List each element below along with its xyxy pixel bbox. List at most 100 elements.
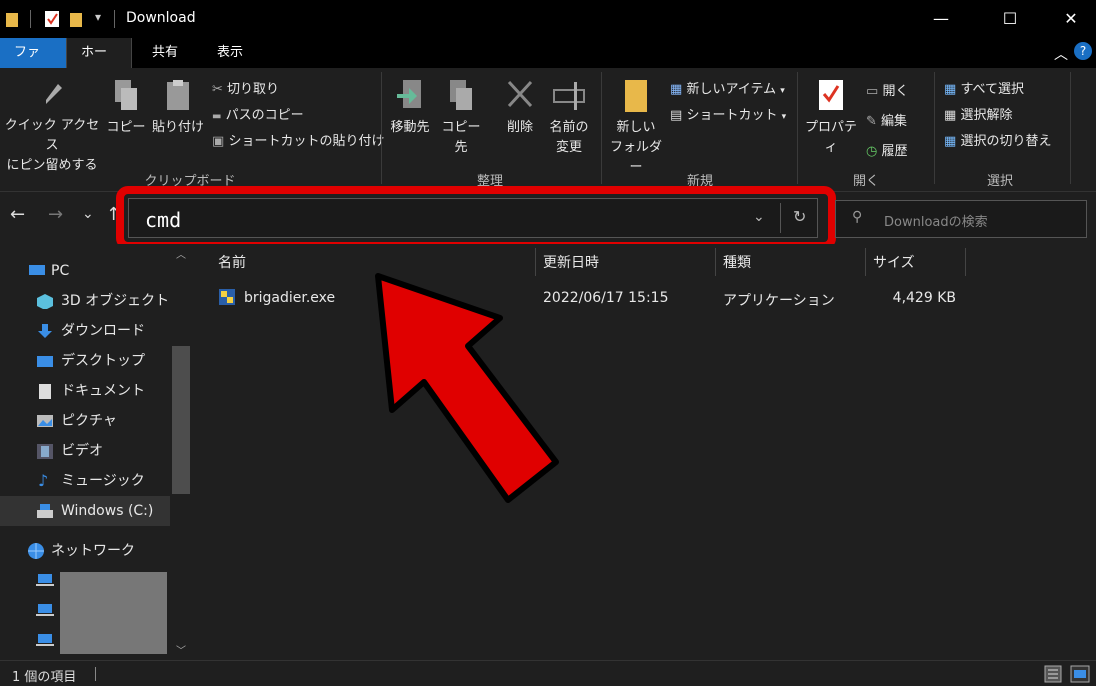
new-item-label: 新しいアイテム [686,82,777,97]
sidebar-item-documents[interactable]: ドキュメント [0,376,170,406]
move-to-icon [397,80,421,108]
table-row[interactable]: brigadier.exe 2022/06/17 15:15 アプリケーション … [190,282,970,312]
invert-selection-icon: ▦ [944,134,957,149]
copy-to-button[interactable]: コピー先 [436,78,486,158]
recent-locations-button[interactable]: ⌄ [82,206,94,222]
pc-icon [29,265,45,275]
forward-button[interactable]: → [48,204,63,225]
video-icon [37,444,53,459]
select-none-icon: ▦ [944,108,957,123]
shortcut-button[interactable]: ▤ ショートカット ▾ [670,104,786,123]
select-all-icon: ▦ [944,82,957,97]
copy-to-label: コピー先 [441,120,481,155]
new-item-icon: ▦ [670,82,683,97]
search-input[interactable]: Downloadの検索 [884,211,988,230]
customize-quick-access-icon[interactable]: ▾ [95,10,101,24]
new-folder-icon[interactable] [70,10,84,28]
sidebar-item-desktop[interactable]: デスクトップ [0,346,170,376]
sidebar-item-pc[interactable]: PC [0,256,170,286]
maximize-button[interactable]: ☐ [987,0,1033,38]
title-bar: ▾ Download — ☐ ✕ [0,0,1096,38]
chevron-down-icon: ▾ [781,112,787,122]
paste-label: 貼り付け [151,120,204,135]
sidebar-item-network[interactable]: ネットワーク [0,536,170,566]
ribbon: クイック アクセス にピン留めする コピー 貼り付け ✂ 切り取り ▬ パスのコ… [0,68,1096,192]
tab-view[interactable]: 表示 [203,38,257,68]
copy-icon [115,80,137,110]
move-to-button[interactable]: 移動先 [388,78,432,138]
history-icon: ◷ [866,144,878,159]
file-size: 4,429 KB [892,290,956,306]
details-view-icon[interactable] [1044,665,1062,683]
status-bar: 1 個の項目 [0,660,1096,686]
invert-selection-button[interactable]: ▦ 選択の切り替え [944,130,1051,149]
sidebar-item-3d-objects[interactable]: 3D オブジェクト [0,286,170,316]
large-icons-view-icon[interactable] [1070,665,1090,683]
close-button[interactable]: ✕ [1048,0,1094,38]
network-computer-icon[interactable] [36,632,56,648]
copy-path-icon: ▬ [212,111,222,122]
properties-icon[interactable] [44,10,60,28]
history-button[interactable]: ◷ 履歴 [866,140,908,159]
copy-button[interactable]: コピー [104,78,148,138]
copy-path-button[interactable]: ▬ パスのコピー [212,104,304,123]
search-box[interactable]: ⚲ Downloadの検索 [835,200,1087,238]
sidebar-item-music[interactable]: ♪ ミュージック [0,466,170,496]
open-button[interactable]: ▭ 開く [866,80,908,99]
sidebar-item-label: ミュージック [61,473,145,489]
shortcut-icon: ▤ [670,108,683,123]
column-header-type[interactable]: 種類 [723,252,751,272]
open-icon: ▭ [866,84,879,99]
sidebar-item-windows-c[interactable]: Windows (C:) [0,496,170,526]
chevron-up-icon[interactable]: ︿ [176,246,186,261]
group-select-label: 選択 [986,174,1013,189]
new-folder-button[interactable]: 新しい フォルダー [606,78,666,178]
rename-button[interactable]: 名前の 変更 [546,78,592,158]
cut-label: 切り取り [227,82,280,97]
pin-quick-access-button[interactable]: クイック アクセス にピン留めする [2,78,102,176]
select-none-label: 選択解除 [960,108,1013,123]
invert-selection-label: 選択の切り替え [960,134,1052,149]
tab-file[interactable]: ファイル [0,38,66,90]
sidebar-item-pictures[interactable]: ピクチャ [0,406,170,436]
exe-file-icon [219,289,235,305]
tab-home[interactable]: ホーム [66,38,132,90]
properties-button[interactable]: プロパティ [800,78,862,158]
scrollbar-thumb[interactable] [172,346,190,494]
back-button[interactable]: ← [10,204,25,225]
document-icon [39,384,51,399]
select-all-button[interactable]: ▦ すべて選択 [944,78,1024,97]
chevron-down-icon[interactable]: ﹀ [176,642,186,657]
pin-icon [46,84,62,104]
ribbon-tabs: ファイル ホーム 共有 表示 ︿ ? [0,38,1096,90]
help-icon[interactable]: ? [1074,42,1092,60]
download-icon [38,324,52,338]
properties-icon [819,80,843,110]
delete-button[interactable]: 削除 [500,78,540,138]
file-name: brigadier.exe [244,290,336,306]
paste-shortcut-label: ショートカットの貼り付け [228,134,385,149]
paste-button[interactable]: 貼り付け [150,78,206,138]
picture-icon [37,415,53,427]
delete-icon [507,80,533,108]
chevron-up-icon[interactable]: ︿ [1054,44,1068,64]
sidebar-item-label: ピクチャ [61,413,117,429]
select-none-button[interactable]: ▦ 選択解除 [944,104,1012,123]
network-computer-icon[interactable] [36,572,56,588]
rename-label-2: 変更 [555,140,582,155]
minimize-button[interactable]: — [918,0,964,38]
column-header-name[interactable]: 名前 [218,252,246,272]
arrow-annotation [375,273,559,503]
new-folder-label-1: 新しい [616,120,656,135]
edit-button[interactable]: ✎ 編集 [866,110,907,129]
cut-button[interactable]: ✂ 切り取り [212,78,279,97]
sidebar-item-downloads[interactable]: ダウンロード [0,316,170,346]
network-computer-icon[interactable] [36,602,56,618]
sidebar-item-videos[interactable]: ビデオ [0,436,170,466]
column-header-size[interactable]: サイズ [873,252,915,272]
tab-share[interactable]: 共有 [138,38,192,68]
new-item-button[interactable]: ▦ 新しいアイテム ▾ [670,78,785,97]
sidebar-item-label: デスクトップ [61,353,145,369]
edit-label: 編集 [881,114,908,129]
paste-shortcut-button[interactable]: ▣ ショートカットの貼り付け [212,130,384,149]
